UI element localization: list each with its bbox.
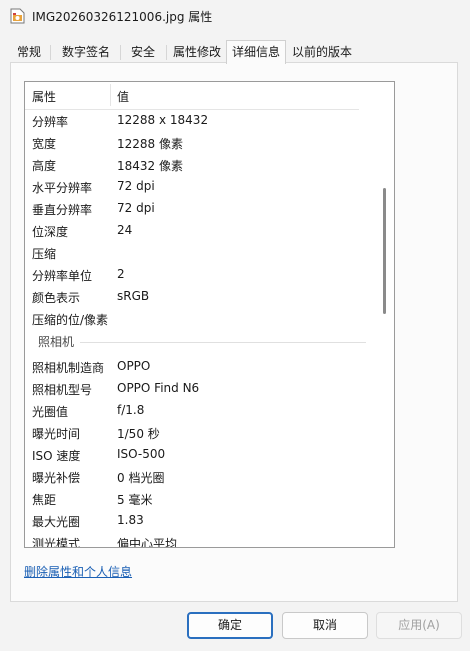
property-name: 高度 <box>32 159 57 173</box>
tab-details[interactable]: 详细信息 <box>226 40 286 64</box>
property-value: sRGB <box>117 289 150 303</box>
group-header-camera: 照相机 <box>38 335 75 349</box>
group-divider <box>80 342 366 343</box>
tab-digital-signature[interactable]: 数字签名 <box>54 42 118 62</box>
list-item[interactable]: 垂直分辨率 72 dpi <box>25 198 365 218</box>
apply-button[interactable]: 应用(A) <box>376 612 462 639</box>
list-item[interactable]: 光圈值 f/1.8 <box>25 400 365 420</box>
property-value: 0 档光圈 <box>117 471 165 485</box>
property-name: 照相机制造商 <box>32 361 105 375</box>
property-name: 最大光圈 <box>32 515 81 529</box>
property-value: 12288 x 18432 <box>117 113 209 127</box>
list-item[interactable]: 压缩 <box>25 242 365 262</box>
property-name: 曝光时间 <box>32 427 81 441</box>
list-item[interactable]: ISO 速度 ISO-500 <box>25 444 365 464</box>
vertical-scrollbar-thumb[interactable] <box>383 188 386 314</box>
property-value: OPPO <box>117 359 151 373</box>
list-item[interactable]: 焦距 5 毫米 <box>25 488 365 508</box>
property-value: 12288 像素 <box>117 137 183 151</box>
property-name: 位深度 <box>32 225 69 239</box>
image-file-icon <box>10 8 25 24</box>
property-name: 分辨率单位 <box>32 269 93 283</box>
list-item[interactable]: 曝光时间 1/50 秒 <box>25 422 365 442</box>
property-name: 分辨率 <box>32 115 69 129</box>
list-item[interactable]: 颜色表示 sRGB <box>25 286 365 306</box>
tab-strip: 常规 数字签名 安全 属性修改 详细信息 以前的版本 <box>10 40 460 64</box>
property-name: 曝光补偿 <box>32 471 81 485</box>
remove-properties-link[interactable]: 删除属性和个人信息 <box>24 563 132 580</box>
property-value: 1.83 <box>117 513 144 527</box>
list-item[interactable]: 宽度 12288 像素 <box>25 132 365 152</box>
list-item[interactable]: 高度 18432 像素 <box>25 154 365 174</box>
list-item[interactable]: 照相机型号 OPPO Find N6 <box>25 378 365 398</box>
property-value: f/1.8 <box>117 403 145 417</box>
property-value: 1/50 秒 <box>117 427 160 441</box>
list-item[interactable]: 照相机制造商 OPPO <box>25 356 365 376</box>
property-name: 宽度 <box>32 137 57 151</box>
property-value: OPPO Find N6 <box>117 381 200 395</box>
property-name: 压缩 <box>32 247 57 261</box>
property-value: 72 dpi <box>117 179 155 193</box>
property-name: ISO 速度 <box>32 449 81 463</box>
column-divider[interactable] <box>110 84 111 106</box>
cancel-button[interactable]: 取消 <box>282 612 368 639</box>
property-value: 24 <box>117 223 133 237</box>
property-name: 光圈值 <box>32 405 69 419</box>
property-list[interactable]: 属性 值 分辨率 12288 x 18432 宽度 12288 像素 高度 18… <box>24 81 395 548</box>
tab-general[interactable]: 常规 <box>10 42 48 62</box>
window-title: IMG20260326121006.jpg 属性 <box>32 10 213 24</box>
property-value: 5 毫米 <box>117 493 153 507</box>
tab-previous-versions[interactable]: 以前的版本 <box>288 42 356 62</box>
property-name: 测光模式 <box>32 537 81 548</box>
column-header-property[interactable]: 属性 <box>32 88 56 105</box>
property-name: 水平分辨率 <box>32 181 93 195</box>
property-name: 压缩的位/像素 <box>32 313 109 327</box>
column-header-value[interactable]: 值 <box>117 88 129 105</box>
list-item[interactable]: 压缩的位/像素 <box>25 308 365 328</box>
tab-divider <box>50 45 51 60</box>
property-name: 焦距 <box>32 493 57 507</box>
tab-divider <box>166 45 167 60</box>
property-name: 照相机型号 <box>32 383 93 397</box>
list-item[interactable]: 分辨率单位 2 <box>25 264 365 284</box>
title-bar: IMG20260326121006.jpg 属性 <box>0 0 470 32</box>
ok-button[interactable]: 确定 <box>187 612 273 639</box>
list-header: 属性 值 <box>25 82 359 110</box>
property-value: 72 dpi <box>117 201 155 215</box>
list-item[interactable]: 曝光补偿 0 档光圈 <box>25 466 365 486</box>
property-name: 颜色表示 <box>32 291 81 305</box>
property-value: 偏中心平均 <box>117 537 178 548</box>
property-value: 2 <box>117 267 125 281</box>
tab-divider <box>120 45 121 60</box>
list-item[interactable]: 位深度 24 <box>25 220 365 240</box>
list-item[interactable]: 测光模式 偏中心平均 <box>25 532 365 548</box>
list-item[interactable]: 分辨率 12288 x 18432 <box>25 110 365 130</box>
property-value: 18432 像素 <box>117 159 183 173</box>
list-item[interactable]: 最大光圈 1.83 <box>25 510 365 530</box>
tab-security[interactable]: 安全 <box>122 42 164 62</box>
tab-property-edit[interactable]: 属性修改 <box>170 42 224 62</box>
property-value: ISO-500 <box>117 447 166 461</box>
list-item[interactable]: 水平分辨率 72 dpi <box>25 176 365 196</box>
property-name: 垂直分辨率 <box>32 203 93 217</box>
